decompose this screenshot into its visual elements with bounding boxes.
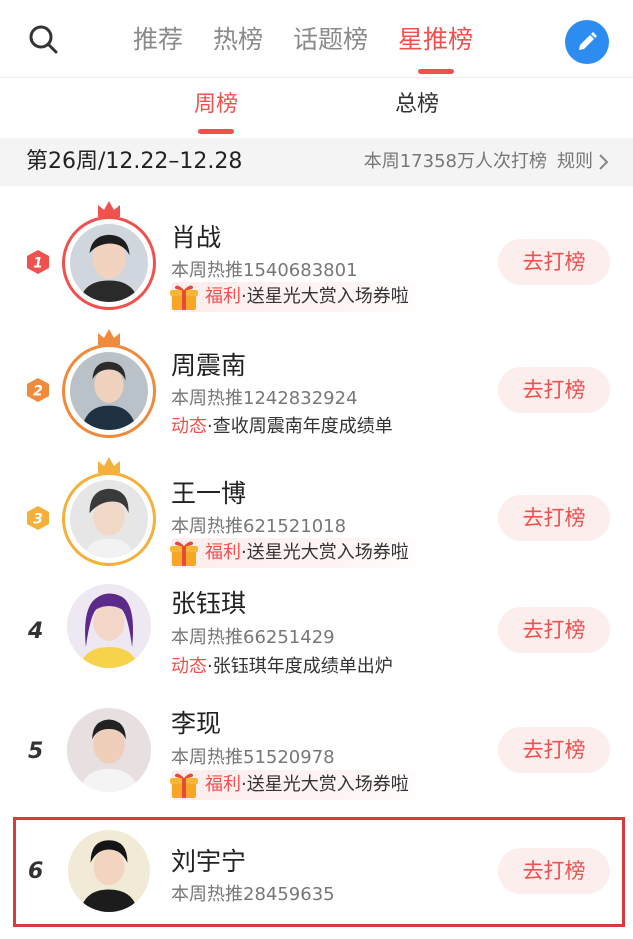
hot-count: 本周热推51520978 (171, 747, 335, 768)
top-bar: 推荐 热榜 话题榜 星推榜 (0, 0, 633, 78)
gift-icon (170, 541, 198, 566)
extra-tag: 动态 (171, 656, 207, 677)
extra-tag: 福利 (205, 286, 241, 307)
tab-star-list[interactable]: 星推榜 (383, 0, 488, 78)
extra-tag: 福利 (205, 774, 241, 795)
list-item[interactable]: 4 张钰琪 本周热推66251429 动态·张钰琪年度成绩单出炉 去打榜 (0, 570, 633, 690)
rank-number: 5 (28, 739, 44, 764)
star-name: 周震南 (171, 351, 247, 380)
search-icon[interactable] (28, 24, 60, 56)
main-tabs: 推荐 热榜 话题榜 星推榜 (118, 0, 488, 78)
extra-tag: 动态 (171, 416, 207, 437)
gift-icon (170, 773, 198, 798)
avatar[interactable] (67, 584, 151, 668)
rules-label: 规则 (557, 151, 593, 172)
highlight-box (13, 817, 625, 927)
avatar[interactable] (62, 457, 156, 566)
avatar[interactable] (62, 201, 156, 310)
week-vote-count: 本周17358万人次打榜 (363, 151, 547, 172)
svg-text:3: 3 (33, 512, 43, 528)
tab-hot-list[interactable]: 热榜 (198, 0, 278, 78)
crown-icon (98, 457, 120, 473)
extra-text: ·张钰琪年度成绩单出炉 (207, 656, 393, 677)
news-info[interactable]: 动态·查收周震南年度成绩单 (171, 412, 393, 438)
avatar-image (67, 584, 151, 668)
vote-button[interactable]: 去打榜 (498, 607, 610, 653)
rank-badge-icon: 1 (27, 250, 49, 274)
rank-number: 4 (28, 619, 44, 644)
week-title: 第26周/12.22–12.28 (26, 149, 243, 174)
star-name: 李现 (171, 709, 222, 738)
list-item[interactable]: 5 李现 本周热推51520978 福利·送星光大赏入场券啦 去打榜 (0, 690, 633, 814)
extra-text: ·送星光大赏入场券啦 (241, 542, 409, 563)
star-name: 张钰琪 (171, 589, 247, 618)
hot-count: 本周热推1242832924 (171, 388, 358, 409)
edit-button[interactable] (565, 20, 609, 64)
welfare-info[interactable]: 福利·送星光大赏入场券啦 (170, 538, 431, 568)
vote-button[interactable]: 去打榜 (498, 727, 610, 773)
avatar-image (70, 352, 148, 430)
week-summary: 本周17358万人次打榜 规则 (364, 138, 609, 186)
crown-icon (98, 329, 120, 345)
hot-count: 本周热推1540683801 (171, 260, 358, 281)
extra-text: ·送星光大赏入场券啦 (241, 286, 409, 307)
tab-overall[interactable]: 总榜 (395, 80, 439, 136)
week-info-bar: 第26周/12.22–12.28 本周17358万人次打榜 规则 (0, 138, 633, 186)
list-item[interactable]: 1 肖战 本周热推1540683801 福利·送星光大赏入场券啦 去打榜 (0, 186, 633, 314)
vote-button[interactable]: 去打榜 (498, 495, 610, 541)
rank-badge-icon: 2 (27, 378, 49, 402)
svg-text:1: 1 (33, 256, 43, 272)
vote-button[interactable]: 去打榜 (498, 367, 610, 413)
gift-icon (170, 285, 198, 310)
list-item[interactable]: 3 王一博 本周热推621521018 福利·送星光大赏入场券啦 去打榜 (0, 442, 633, 570)
extra-text: ·送星光大赏入场券啦 (241, 774, 409, 795)
vote-button[interactable]: 去打榜 (498, 239, 610, 285)
tab-topic-list[interactable]: 话题榜 (278, 0, 383, 78)
welfare-info[interactable]: 福利·送星光大赏入场券啦 (170, 282, 431, 312)
hot-count: 本周热推66251429 (171, 627, 335, 648)
extra-tag: 福利 (205, 542, 241, 563)
pencil-icon (579, 32, 597, 50)
period-tabs: 周榜 总榜 (0, 80, 633, 136)
star-name: 肖战 (171, 223, 222, 252)
rank-badge-icon: 3 (27, 506, 49, 530)
avatar[interactable] (67, 708, 151, 792)
avatar-image (70, 480, 148, 558)
chevron-right-icon[interactable] (597, 153, 609, 171)
extra-text: ·查收周震南年度成绩单 (207, 416, 393, 437)
avatar-image (70, 224, 148, 302)
svg-text:2: 2 (33, 384, 43, 400)
list-item[interactable]: 2 周震南 本周热推1242832924 动态·查收周震南年度成绩单 去打榜 (0, 314, 633, 442)
star-name: 王一博 (171, 479, 247, 508)
welfare-info[interactable]: 福利·送星光大赏入场券啦 (170, 770, 431, 800)
tab-recommend[interactable]: 推荐 (118, 0, 198, 78)
crown-icon (98, 201, 120, 217)
tab-weekly[interactable]: 周榜 (194, 80, 238, 136)
news-info[interactable]: 动态·张钰琪年度成绩单出炉 (171, 652, 393, 678)
hot-count: 本周热推621521018 (171, 516, 347, 537)
avatar-image (67, 708, 151, 792)
rules-link[interactable]: 规则 (557, 138, 593, 186)
avatar[interactable] (62, 329, 156, 438)
